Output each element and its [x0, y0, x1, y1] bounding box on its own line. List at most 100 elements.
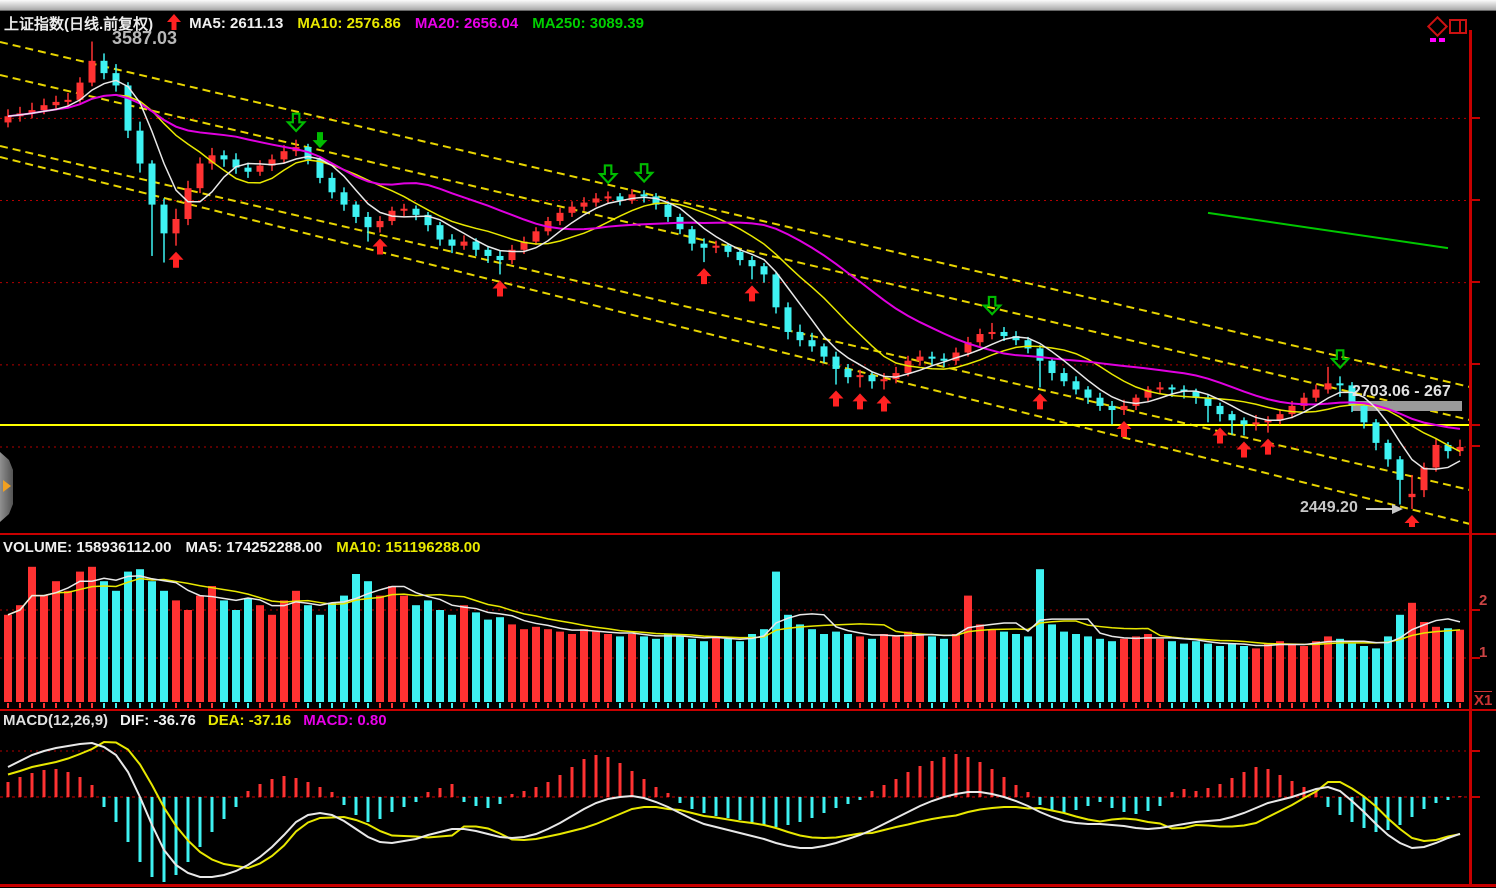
volume-base-tick [235, 703, 237, 708]
volume-base-tick [1003, 703, 1005, 708]
volume-base-tick [319, 703, 321, 708]
volume-base-tick [451, 703, 453, 708]
volume-base-tick [943, 703, 945, 708]
magenta-dot-icon [1439, 38, 1445, 42]
volume-bar [1324, 636, 1332, 702]
volume-bar [532, 627, 540, 702]
volume-bar [160, 591, 168, 702]
volume-bar [1204, 644, 1212, 702]
volume-base-tick [511, 703, 513, 708]
volume-base-tick [895, 703, 897, 708]
volume-base-tick [403, 703, 405, 708]
ma250-legend: MA250: 3089.39 [532, 15, 644, 32]
candle-body [929, 357, 936, 359]
volume-base-tick [727, 703, 729, 708]
volume-bar [460, 605, 468, 702]
candle-body [365, 217, 372, 227]
magenta-dot-icon [1430, 38, 1436, 42]
ma20-legend: MA20: 2656.04 [415, 15, 518, 32]
volume-bar [4, 615, 12, 702]
peak-price-label: 3587.03 [112, 28, 177, 49]
volume-base-tick [1051, 703, 1053, 708]
macd-pane[interactable] [0, 742, 1470, 882]
volume-bar [652, 639, 660, 702]
volume-base-tick [1447, 703, 1449, 708]
volume-base-tick [847, 703, 849, 708]
ma5-line [8, 80, 1460, 469]
volume-bar [928, 636, 936, 702]
volume-bar [1228, 644, 1236, 702]
candle-body [485, 250, 492, 256]
volume-bar [940, 639, 948, 702]
volume-base-tick [1159, 703, 1161, 708]
volume-base-tick [283, 703, 285, 708]
volume-base-tick [307, 703, 309, 708]
volume-base-tick [463, 703, 465, 708]
volume-bar [184, 610, 192, 702]
chart-canvas[interactable] [0, 0, 1496, 888]
buy-signal-arrow-icon [1261, 439, 1276, 455]
volume-bar [1060, 632, 1068, 702]
volume-base-tick [607, 703, 609, 708]
volume-bar [820, 634, 828, 702]
volume-base-tick [619, 703, 621, 708]
volume-bar [352, 574, 360, 702]
volume-bar [136, 569, 144, 702]
volume-bar [736, 641, 744, 702]
volume-bar [508, 624, 516, 702]
buy-signal-arrow-icon [745, 285, 760, 301]
volume-bar [748, 634, 756, 702]
volume-bar [904, 632, 912, 702]
candle-body [773, 274, 780, 307]
price-pane[interactable] [0, 42, 1470, 531]
volume-base-tick [367, 703, 369, 708]
volume-base-tick [1279, 703, 1281, 708]
volume-base-tick [1459, 703, 1461, 708]
candle-body [1097, 398, 1104, 406]
volume-multiplier-label: X1 [1474, 691, 1492, 709]
candle-body [221, 155, 228, 159]
volume-bar [1156, 639, 1164, 702]
candle-body [1253, 422, 1260, 424]
volume-base-tick [1123, 703, 1125, 708]
volume-base-tick [259, 703, 261, 708]
volume-base-tick [1171, 703, 1173, 708]
sell-signal-hollow-arrow-icon [288, 114, 304, 131]
candle-body [749, 260, 756, 266]
volume-bar [1360, 646, 1368, 702]
volume-base-tick [199, 703, 201, 708]
volume-bar [1300, 646, 1308, 702]
volume-base-tick [1387, 703, 1389, 708]
ma10-line [8, 95, 1460, 452]
volume-base-tick [151, 703, 153, 708]
volume-base-tick [1075, 703, 1077, 708]
volume-bar [436, 610, 444, 702]
volume-base-tick [379, 703, 381, 708]
volume-base-tick [295, 703, 297, 708]
volume-bar [604, 634, 612, 702]
volume-pane[interactable] [0, 567, 1470, 708]
sell-signal-hollow-arrow-icon [984, 297, 1000, 314]
candle-body [989, 332, 996, 334]
volume-base-tick [163, 703, 165, 708]
volume-bar [484, 620, 492, 702]
dif-line [8, 743, 1460, 877]
volume-base-tick [91, 703, 93, 708]
volume-base-tick [1363, 703, 1365, 708]
volume-bar [976, 624, 984, 702]
volume-bar [256, 605, 264, 702]
split-pane-icon[interactable] [1449, 19, 1467, 34]
volume-bar [388, 586, 396, 702]
candle-body [65, 100, 72, 102]
volume-base-tick [415, 703, 417, 708]
candle-body [245, 168, 252, 172]
pane-divider [0, 709, 1496, 711]
candle-body [1373, 422, 1380, 443]
volume-base-tick [475, 703, 477, 708]
volume-bar [868, 639, 876, 702]
candle-body [533, 231, 540, 241]
candle-body [161, 205, 168, 234]
volume-base-tick [595, 703, 597, 708]
trend-channel-line [0, 157, 1470, 524]
volume-bar [112, 591, 120, 702]
